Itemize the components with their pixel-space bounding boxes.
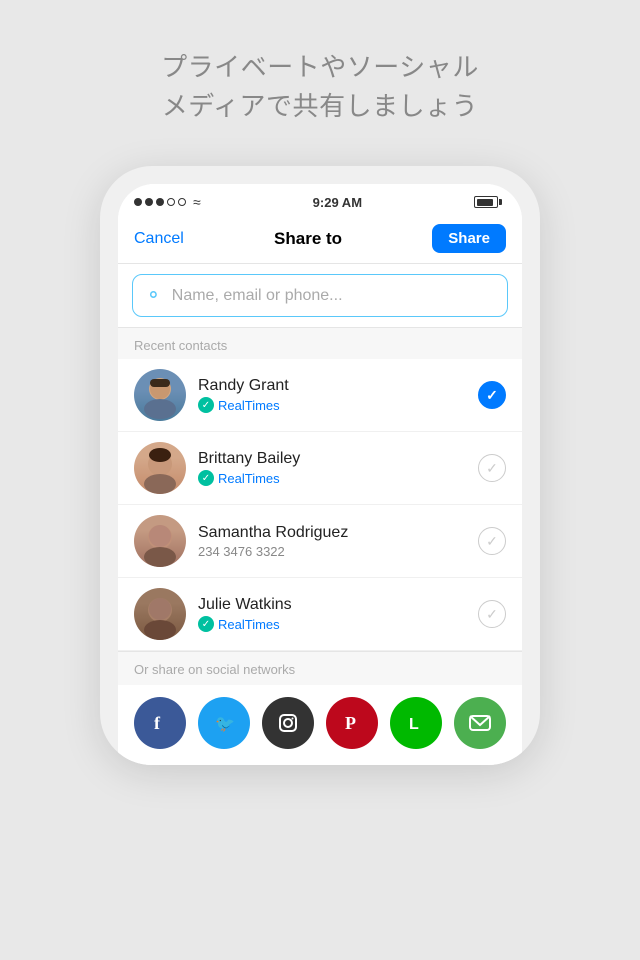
social-label: Or share on social networks xyxy=(118,651,522,685)
wifi-icon: ≈ xyxy=(193,194,201,210)
contact-sub: ✓ RealTimes xyxy=(198,470,478,486)
signal-dot-5 xyxy=(178,198,186,206)
promo-line1: プライベートやソーシャル xyxy=(161,48,479,87)
person-icon: ⚬ xyxy=(145,283,162,308)
contact-phone: 234 3476 3322 xyxy=(198,544,285,559)
checkmark-empty-icon: ✓ xyxy=(486,533,498,550)
social-facebook-button[interactable]: f xyxy=(134,697,186,749)
nav-bar: Cancel Share to Share xyxy=(118,216,522,264)
contact-row[interactable]: Samantha Rodriguez 234 3476 3322 ✓ xyxy=(118,505,522,578)
realtimes-icon: ✓ xyxy=(198,470,214,486)
social-line-button[interactable]: L xyxy=(390,697,442,749)
search-section: ⚬ Name, email or phone... xyxy=(118,264,522,328)
contact-check[interactable]: ✓ xyxy=(478,527,506,555)
realtimes-icon: ✓ xyxy=(198,397,214,413)
social-sms-button[interactable] xyxy=(454,697,506,749)
social-instagram-button[interactable] xyxy=(262,697,314,749)
contact-name: Randy Grant xyxy=(198,377,478,395)
battery-icon xyxy=(474,196,502,208)
checkmark-icon: ✓ xyxy=(486,387,498,404)
promo-line2: メディアで共有しましょう xyxy=(161,87,479,126)
contact-name: Samantha Rodriguez xyxy=(198,524,478,542)
contact-name: Julie Watkins xyxy=(198,596,478,614)
contacts-list: Randy Grant✓RealTimes✓ Brittany Bailey✓R… xyxy=(118,359,522,651)
recent-contacts-label: Recent contacts xyxy=(118,328,522,359)
contact-sub: ✓ RealTimes xyxy=(198,616,478,632)
contact-name: Brittany Bailey xyxy=(198,450,478,468)
contact-info: Julie Watkins ✓ RealTimes xyxy=(198,596,478,632)
signal-dot-2 xyxy=(145,198,153,206)
signal-dot-4 xyxy=(167,198,175,206)
contact-sub: 234 3476 3322 xyxy=(198,544,478,559)
contact-sub: ✓ RealTimes xyxy=(198,397,478,413)
contact-check[interactable]: ✓ xyxy=(478,381,506,409)
signal-dots: ≈ xyxy=(134,194,201,210)
svg-text:L: L xyxy=(409,716,419,733)
social-buttons-row: f 🐦 P L xyxy=(118,685,522,765)
status-bar: ≈ 9:29 AM xyxy=(118,184,522,216)
contact-row[interactable]: Randy Grant ✓ RealTimes ✓ xyxy=(118,359,522,432)
contact-row[interactable]: Brittany Bailey ✓ RealTimes ✓ xyxy=(118,432,522,505)
avatar xyxy=(134,369,186,421)
search-placeholder[interactable]: Name, email or phone... xyxy=(172,287,343,305)
share-button[interactable]: Share xyxy=(432,224,506,253)
svg-text:f: f xyxy=(154,713,161,733)
contact-info: Randy Grant ✓ RealTimes xyxy=(198,377,478,413)
realtimes-icon: ✓ xyxy=(198,616,214,632)
contact-realtimes-label: RealTimes xyxy=(218,471,280,486)
promo-text: プライベートやソーシャル メディアで共有しましょう xyxy=(161,48,479,126)
signal-dot-3 xyxy=(156,198,164,206)
avatar xyxy=(134,588,186,640)
contact-realtimes-label: RealTimes xyxy=(218,398,280,413)
phone-mockup: ≈ 9:29 AM Cancel Share to Share ⚬ Name, … xyxy=(100,166,540,765)
signal-dot-1 xyxy=(134,198,142,206)
svg-text:🐦: 🐦 xyxy=(215,716,235,733)
contact-row[interactable]: Julie Watkins ✓ RealTimes ✓ xyxy=(118,578,522,651)
svg-text:P: P xyxy=(345,713,356,733)
checkmark-empty-icon: ✓ xyxy=(486,460,498,477)
avatar xyxy=(134,515,186,567)
contact-info: Brittany Bailey ✓ RealTimes xyxy=(198,450,478,486)
search-box[interactable]: ⚬ Name, email or phone... xyxy=(132,274,508,317)
contact-info: Samantha Rodriguez 234 3476 3322 xyxy=(198,524,478,559)
nav-title: Share to xyxy=(274,229,342,249)
contact-check[interactable]: ✓ xyxy=(478,600,506,628)
status-time: 9:29 AM xyxy=(313,195,362,210)
social-twitter-button[interactable]: 🐦 xyxy=(198,697,250,749)
cancel-button[interactable]: Cancel xyxy=(134,230,184,248)
checkmark-empty-icon: ✓ xyxy=(486,606,498,623)
phone-screen: ≈ 9:29 AM Cancel Share to Share ⚬ Name, … xyxy=(118,184,522,765)
avatar xyxy=(134,442,186,494)
social-pinterest-button[interactable]: P xyxy=(326,697,378,749)
contact-realtimes-label: RealTimes xyxy=(218,617,280,632)
contact-check[interactable]: ✓ xyxy=(478,454,506,482)
